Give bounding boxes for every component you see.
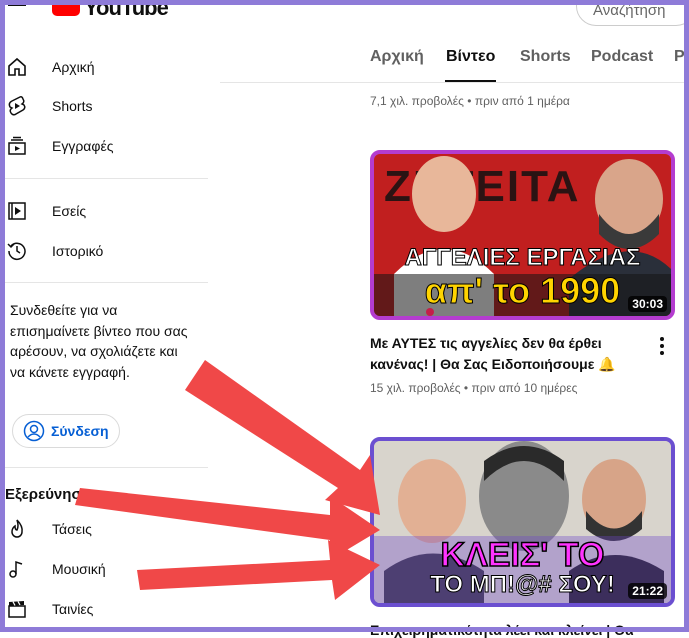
annotation-arrows (75, 360, 380, 600)
annotation-arrow-1 (185, 360, 380, 515)
annotation-arrow-3 (137, 540, 380, 600)
